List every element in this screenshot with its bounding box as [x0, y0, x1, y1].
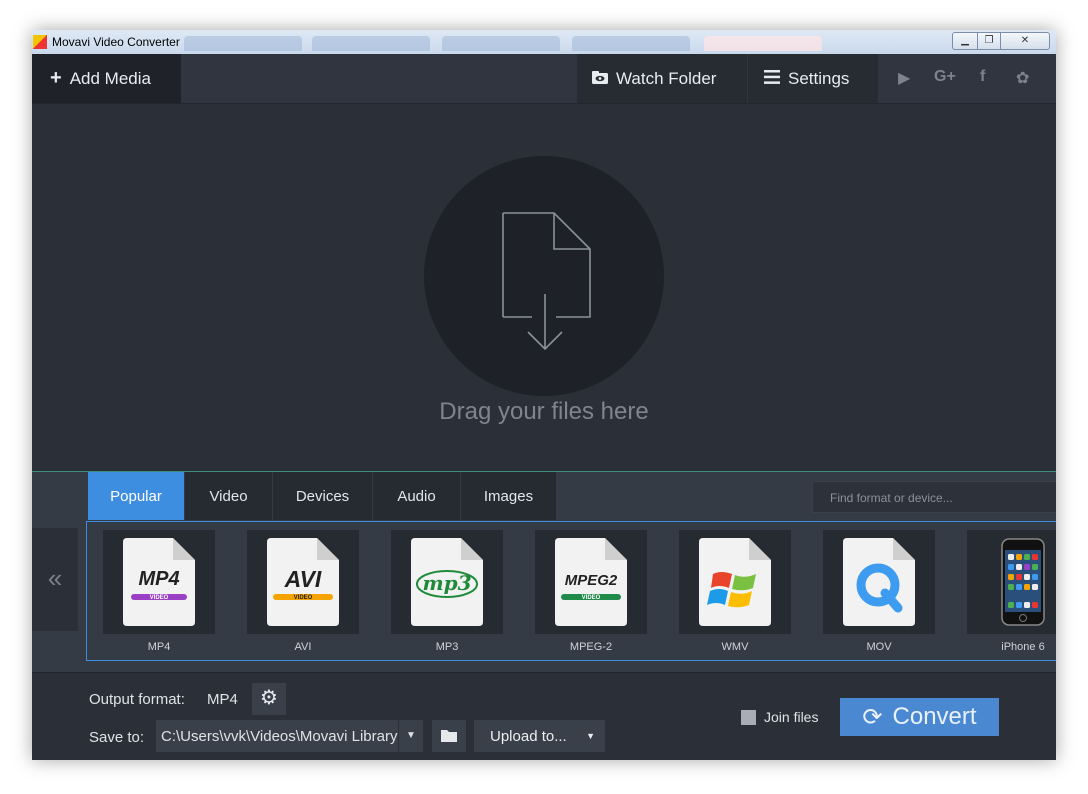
iphone-icon: [1001, 538, 1045, 626]
close-button[interactable]: ✕: [1000, 32, 1050, 50]
browser-tab[interactable]: [704, 36, 822, 51]
file-download-icon: [502, 212, 591, 351]
convert-label: Convert: [892, 703, 977, 730]
format-settings-button[interactable]: ⚙: [252, 683, 286, 715]
eye-folder-icon: [592, 69, 608, 89]
drop-target-circle[interactable]: [424, 156, 664, 396]
gear-icon: ⚙: [260, 687, 278, 709]
chevron-down-icon: ▼: [586, 731, 595, 741]
format-sub-badge: VIDEO: [149, 595, 169, 601]
minimize-button[interactable]: ▁: [952, 32, 978, 50]
quicktime-icon: [843, 538, 915, 626]
format-label: MOV: [866, 641, 892, 653]
browser-tab[interactable]: [312, 36, 430, 51]
settings-label: Settings: [788, 68, 850, 88]
output-bar: Output format: MP4 ⚙ Save to: C:\Users\v…: [32, 672, 1056, 760]
google-plus-icon[interactable]: G+: [934, 68, 956, 86]
format-label: MP4: [147, 641, 171, 653]
tab-audio[interactable]: Audio: [373, 472, 461, 520]
movavi-icon[interactable]: ✿: [1016, 68, 1029, 88]
browser-tab[interactable]: [184, 36, 302, 51]
facebook-icon[interactable]: f: [980, 68, 985, 86]
format-search-input[interactable]: Find format or device...: [812, 481, 1056, 513]
settings-button[interactable]: Settings: [748, 54, 878, 103]
scroll-left-icon[interactable]: «: [32, 528, 78, 631]
output-format-label: Output format:: [89, 691, 185, 708]
format-label: MP3: [435, 641, 459, 653]
main-toolbar: + Add Media Watch Folder Settings ▶ G+ f…: [32, 54, 1056, 104]
drop-hint-text: Drag your files here: [439, 398, 649, 425]
format-tile-mp3[interactable]: mp3: [391, 530, 503, 634]
join-files-checkbox[interactable]: [741, 710, 756, 725]
app-window: Movavi Video Converter ▁ ❐ ✕ + Add Media…: [32, 30, 1056, 760]
chevron-down-icon: ▼: [406, 730, 416, 741]
format-badge: AVI: [284, 566, 322, 592]
join-files-label: Join files: [764, 709, 819, 725]
format-panel: Popular Video Devices Audio Images Find …: [32, 471, 1056, 673]
youtube-icon[interactable]: ▶: [898, 68, 910, 88]
browser-tab[interactable]: [442, 36, 560, 51]
background-browser-tabs: [184, 36, 884, 52]
output-format-value: MP4: [207, 691, 238, 708]
format-tile-iphone6[interactable]: [967, 530, 1056, 634]
format-tile-mov[interactable]: [823, 530, 935, 634]
save-path-dropdown[interactable]: ▼: [399, 720, 423, 752]
refresh-icon: ⟳: [862, 703, 883, 731]
format-tabs: Popular Video Devices Audio Images: [88, 472, 557, 520]
watch-folder-button[interactable]: Watch Folder: [577, 54, 747, 103]
plus-icon: +: [50, 67, 62, 89]
format-sub-badge: VIDEO: [581, 595, 601, 601]
browser-tab[interactable]: [572, 36, 690, 51]
menu-icon: [764, 69, 780, 89]
format-sub-badge: VIDEO: [293, 595, 313, 601]
save-to-label: Save to:: [89, 729, 145, 746]
format-badge: mp3: [422, 571, 472, 595]
format-tile-mp4[interactable]: MP4 VIDEO: [103, 530, 215, 634]
drop-zone[interactable]: Drag your files here: [32, 104, 1056, 471]
tab-video[interactable]: Video: [185, 472, 273, 520]
add-media-button[interactable]: + Add Media: [32, 54, 181, 103]
social-links: ▶ G+ f ✿: [878, 54, 1056, 103]
upload-to-button[interactable]: Upload to... ▼: [474, 720, 605, 752]
format-tile-avi[interactable]: AVI VIDEO: [247, 530, 359, 634]
app-logo-icon: [33, 35, 47, 49]
format-label: WMV: [721, 641, 749, 653]
tab-popular[interactable]: Popular: [88, 472, 185, 520]
format-tile-mpeg2[interactable]: MPEG2 VIDEO: [535, 530, 647, 634]
format-tiles: MP4 VIDEO MP4 AVI VIDEO AVI mp3 MP3 MPEG…: [86, 521, 1056, 661]
maximize-button[interactable]: ❐: [977, 32, 1001, 50]
title-bar: Movavi Video Converter ▁ ❐ ✕: [32, 30, 1056, 55]
watch-folder-label: Watch Folder: [616, 68, 717, 88]
window-title: Movavi Video Converter: [52, 35, 180, 49]
tab-devices[interactable]: Devices: [273, 472, 373, 520]
windows-logo-icon: [699, 538, 771, 626]
format-label: AVI: [294, 641, 312, 653]
save-path-field[interactable]: C:\Users\vvk\Videos\Movavi Library: [156, 720, 398, 752]
format-label: iPhone 6: [1001, 641, 1045, 653]
format-badge: MPEG2: [564, 572, 618, 589]
upload-label: Upload to...: [490, 728, 567, 745]
folder-icon: [441, 730, 457, 742]
add-media-label: Add Media: [69, 68, 151, 88]
convert-button[interactable]: ⟳ Convert: [840, 698, 999, 736]
format-label: MPEG-2: [569, 641, 613, 653]
format-badge: MP4: [138, 568, 180, 590]
format-tile-wmv[interactable]: [679, 530, 791, 634]
tab-images[interactable]: Images: [461, 472, 557, 520]
browse-folder-button[interactable]: [432, 720, 466, 752]
